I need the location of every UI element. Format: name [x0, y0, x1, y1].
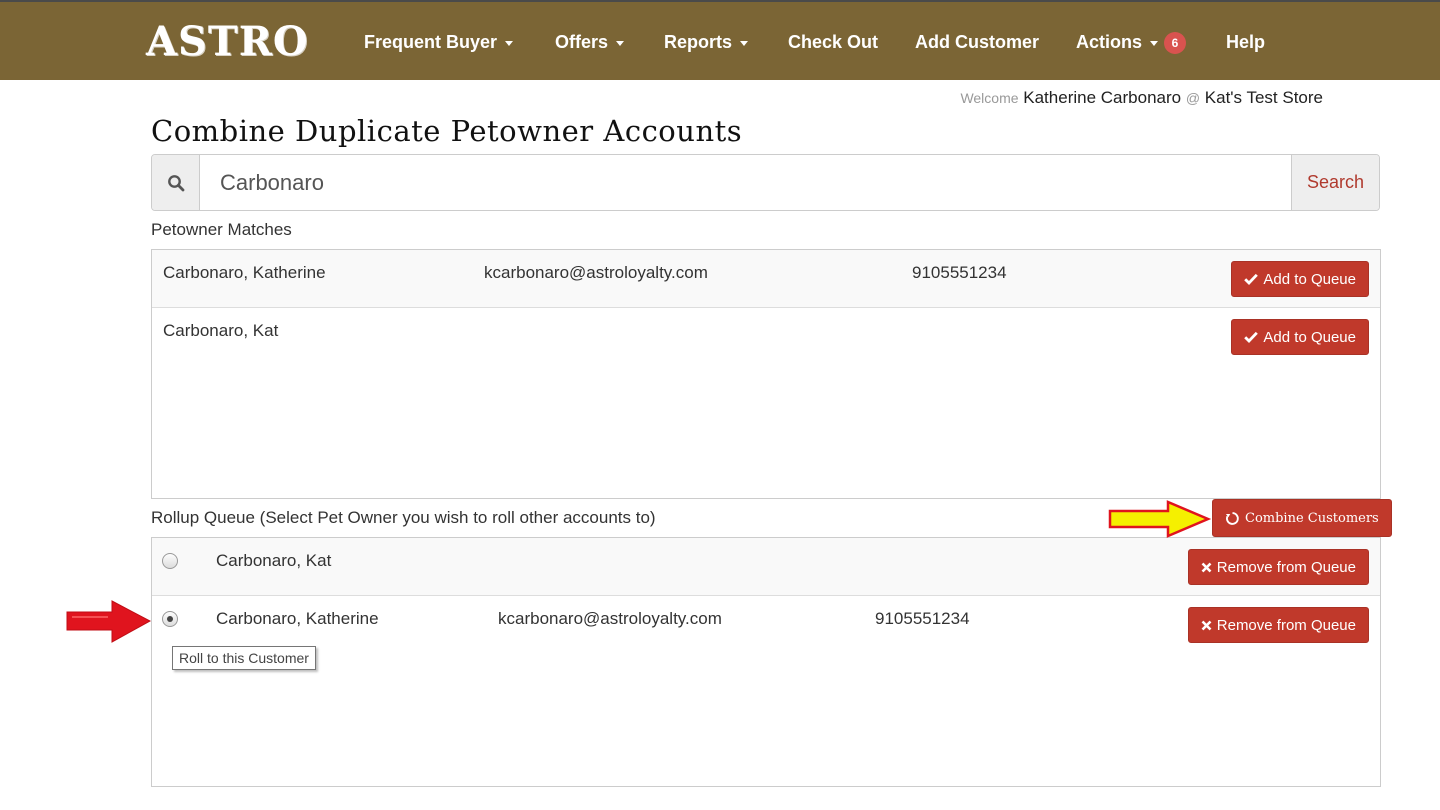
- red-arrow-annotation: [66, 600, 152, 643]
- nav-add-customer-label: Add Customer: [915, 32, 1040, 52]
- times-icon: [1201, 562, 1212, 572]
- roll-to-radio[interactable]: [162, 553, 178, 569]
- recycle-icon: [1225, 511, 1239, 525]
- combine-customers-label: Combine Customers: [1245, 510, 1379, 526]
- yellow-arrow-annotation: [1108, 500, 1212, 538]
- caret-down-icon: [1150, 40, 1159, 46]
- search-icon: [152, 155, 200, 210]
- roll-to-radio[interactable]: [162, 611, 178, 627]
- nav-actions[interactable]: Actions 6: [1076, 29, 1187, 55]
- remove-from-queue-button[interactable]: Remove from Queue: [1187, 607, 1369, 643]
- caret-down-icon: [505, 40, 514, 46]
- welcome-line: Welcome Katherine Carbonaro @ Kat's Test…: [960, 88, 1323, 108]
- nav-add-customer[interactable]: Add Customer: [915, 29, 1039, 55]
- astro-logo[interactable]: ASTRO: [146, 20, 309, 64]
- search-group: Search: [151, 154, 1380, 211]
- queue-name: Carbonaro, Kat: [216, 551, 332, 570]
- search-input[interactable]: [200, 155, 1291, 210]
- welcome-at: @: [1185, 90, 1201, 106]
- match-name: Carbonaro, Katherine: [163, 263, 326, 282]
- queue-email: kcarbonaro@astroloyalty.com: [498, 609, 722, 628]
- match-row: Carbonaro, Katherine kcarbonaro@astroloy…: [152, 250, 1380, 308]
- match-email: kcarbonaro@astroloyalty.com: [484, 263, 708, 282]
- nav-check-out-label: Check Out: [788, 32, 879, 52]
- nav-reports[interactable]: Reports: [664, 29, 749, 55]
- queue-row: Carbonaro, Kat Remove from Queue: [152, 538, 1380, 596]
- welcome-prefix: Welcome: [960, 90, 1019, 106]
- rollup-queue-panel: Carbonaro, Kat Remove from Queue Carbona…: [151, 537, 1381, 787]
- match-name: Carbonaro, Kat: [163, 321, 279, 340]
- welcome-user: Katherine Carbonaro: [1023, 88, 1182, 107]
- times-icon: [1201, 620, 1212, 630]
- top-navbar: ASTRO Frequent Buyer Offers Reports Chec…: [0, 0, 1440, 80]
- add-to-queue-label: Add to Queue: [1263, 270, 1356, 288]
- rollup-queue-label: Rollup Queue (Select Pet Owner you wish …: [151, 508, 656, 527]
- queue-phone: 9105551234: [875, 609, 970, 628]
- queue-row: Carbonaro, Katherine kcarbonaro@astroloy…: [152, 596, 1380, 654]
- nav-offers-label: Offers: [555, 32, 609, 52]
- nav-frequent-buyer[interactable]: Frequent Buyer: [364, 29, 514, 55]
- add-to-queue-button[interactable]: Add to Queue: [1231, 261, 1369, 297]
- add-to-queue-button[interactable]: Add to Queue: [1231, 319, 1369, 355]
- nav-help[interactable]: Help: [1226, 29, 1265, 55]
- match-row: Carbonaro, Kat Add to Queue: [152, 308, 1380, 366]
- nav-check-out[interactable]: Check Out: [788, 29, 878, 55]
- add-to-queue-label: Add to Queue: [1263, 328, 1356, 346]
- caret-down-icon: [616, 40, 625, 46]
- match-phone: 9105551234: [912, 263, 1007, 282]
- nav-frequent-buyer-label: Frequent Buyer: [364, 32, 498, 52]
- petowner-matches-panel: Carbonaro, Katherine kcarbonaro@astroloy…: [151, 249, 1381, 499]
- roll-to-tooltip: Roll to this Customer: [172, 646, 316, 670]
- caret-down-icon: [740, 40, 749, 46]
- remove-from-queue-button[interactable]: Remove from Queue: [1187, 549, 1369, 585]
- nav-reports-label: Reports: [664, 32, 733, 52]
- welcome-store: Kat's Test Store: [1204, 88, 1323, 107]
- nav-actions-label: Actions: [1076, 32, 1143, 52]
- search-button[interactable]: Search: [1291, 155, 1379, 210]
- nav-offers[interactable]: Offers: [555, 29, 625, 55]
- petowner-matches-label: Petowner Matches: [151, 220, 292, 239]
- remove-from-queue-label: Remove from Queue: [1216, 558, 1356, 576]
- remove-from-queue-label: Remove from Queue: [1216, 616, 1356, 634]
- check-icon: [1244, 331, 1259, 343]
- queue-name: Carbonaro, Katherine: [216, 609, 379, 628]
- nav-help-label: Help: [1226, 32, 1266, 52]
- page-title: Combine Duplicate Petowner Accounts: [151, 114, 743, 148]
- notification-badge: 6: [1164, 32, 1187, 55]
- combine-customers-button[interactable]: Combine Customers: [1212, 499, 1392, 537]
- check-icon: [1244, 273, 1259, 285]
